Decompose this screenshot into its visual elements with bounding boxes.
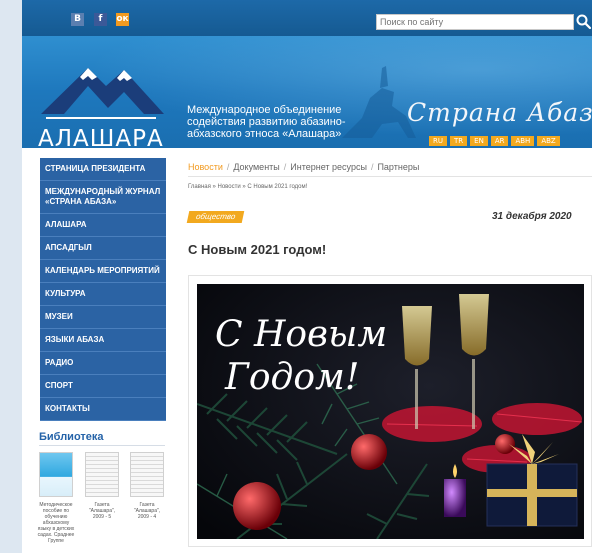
mountain-logo-icon[interactable] [36,52,166,132]
logo-text: АЛАШАРА [38,126,164,148]
vk-icon[interactable]: В [71,13,84,26]
search-icon[interactable] [575,13,592,31]
sidebar-item-contacts[interactable]: КОНТАКТЫ [40,398,166,421]
library-title: Библиотека [39,431,104,443]
lang-ar[interactable]: AR [490,136,509,146]
sidebar-item-radio[interactable]: РАДИО [40,352,166,375]
divider [188,176,592,177]
article-title: С Новым 2021 годом! [188,242,327,257]
lang-ru[interactable]: RU [429,136,447,146]
greeting-line-2: Годом! [224,357,359,398]
tab-internet-resources[interactable]: Интернет ресурсы [290,162,367,172]
library-book-cover[interactable] [130,452,164,497]
tab-documents[interactable]: Документы [233,162,279,172]
divider [39,445,165,446]
sidebar-item-calendar[interactable]: КАЛЕНДАРЬ МЕРОПРИЯТИЙ [40,260,166,283]
top-bar: В f ок [22,0,592,36]
breadcrumb-current: С Новым 2021 годом! [247,184,308,190]
library-book-cover[interactable] [39,452,73,497]
header-banner: АЛАШАРА Международное объединение содейс… [22,36,592,148]
lang-abh[interactable]: ABH [511,136,535,146]
sidebar-nav: СТРАНИЦА ПРЕЗИДЕНТА МЕЖДУНАРОДНЫЙ ЖУРНАЛ… [40,158,166,421]
library-book-caption[interactable]: Газета "Алашара", 2009 - 4 [128,502,166,520]
sidebar-item-languages[interactable]: ЯЗЫКИ АБАЗА [40,329,166,352]
tab-partners[interactable]: Партнеры [377,162,419,172]
breadcrumb-home[interactable]: Главная [188,184,211,190]
content-tabs: Новости / Документы / Интернет ресурсы / Партн… [188,162,420,172]
lang-abz[interactable]: ABZ [537,136,560,146]
library-book-caption[interactable]: Методическое пособие по обучению абхазск… [37,502,75,544]
greeting-line-1: С Новым [215,314,387,355]
sidebar-item-apsadgyl[interactable]: АПСАДГЫЛ [40,237,166,260]
odnoklassniki-icon[interactable]: ок [116,13,129,26]
language-switcher: RU TR EN AR ABH ABZ [429,136,560,146]
category-tag[interactable]: общество [186,211,245,223]
lang-tr[interactable]: TR [450,136,468,146]
page: В f ок АЛАШАРА Международное объединение… [22,0,592,553]
brand-title: Страна Абаза [407,98,592,127]
sidebar-item-culture[interactable]: КУЛЬТУРА [40,283,166,306]
article-date: 31 декабря 2020 [492,211,572,222]
sidebar-item-museums[interactable]: МУЗЕИ [40,306,166,329]
facebook-icon[interactable]: f [94,13,107,26]
library-book-caption[interactable]: Газета "Алашара", 2009 - 5 [83,502,121,520]
lang-en[interactable]: EN [470,136,488,146]
sidebar-item-sport[interactable]: СПОРТ [40,375,166,398]
library-book-cover[interactable] [85,452,119,497]
sidebar-item-alashara[interactable]: АЛАШАРА [40,214,166,237]
article-image: С Новым Годом! [197,284,584,539]
sidebar-item-journal[interactable]: МЕЖДУНАРОДНЫЙ ЖУРНАЛ «СТРАНА АБАЗА» [40,181,166,214]
tab-news[interactable]: Новости [188,162,223,172]
sidebar-item-president[interactable]: СТРАНИЦА ПРЕЗИДЕНТА [40,158,166,181]
breadcrumb-news[interactable]: Новости [218,184,241,190]
search-input[interactable] [376,14,574,30]
breadcrumb: Главная » Новости » С Новым 2021 годом! [188,184,308,190]
